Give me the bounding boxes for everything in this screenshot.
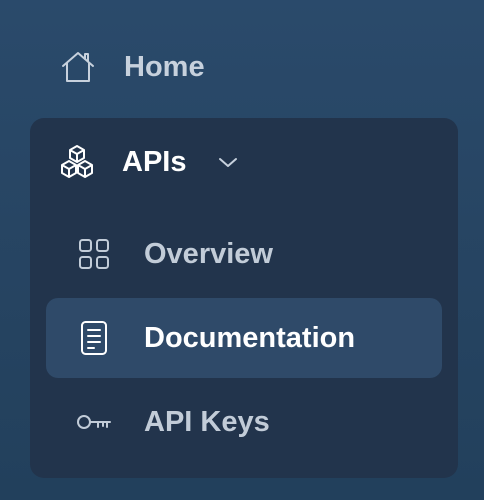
chevron-down-icon[interactable] [216, 150, 240, 174]
grid-icon [76, 236, 112, 272]
key-icon [76, 404, 112, 440]
sidebar-item-api-keys[interactable]: API Keys [46, 382, 442, 462]
sidebar-item-label: Documentation [144, 321, 356, 354]
home-icon [60, 49, 96, 85]
sidebar-item-label: Home [124, 50, 205, 83]
sidebar-item-overview[interactable]: Overview [46, 214, 442, 294]
sidebar-item-documentation[interactable]: Documentation [46, 298, 442, 378]
document-icon [76, 320, 112, 356]
cubes-icon [58, 143, 96, 181]
sidebar-nav: Home APIs Overview Documentation API Key… [0, 0, 484, 500]
sidebar-item-label: API Keys [144, 405, 270, 438]
apis-group: APIs Overview Documentation API Keys [30, 118, 458, 478]
sidebar-item-label: Overview [144, 237, 273, 270]
sidebar-item-label: APIs [122, 145, 187, 178]
sidebar-item-home[interactable]: Home [60, 48, 205, 86]
sidebar-item-apis[interactable]: APIs [58, 142, 240, 182]
